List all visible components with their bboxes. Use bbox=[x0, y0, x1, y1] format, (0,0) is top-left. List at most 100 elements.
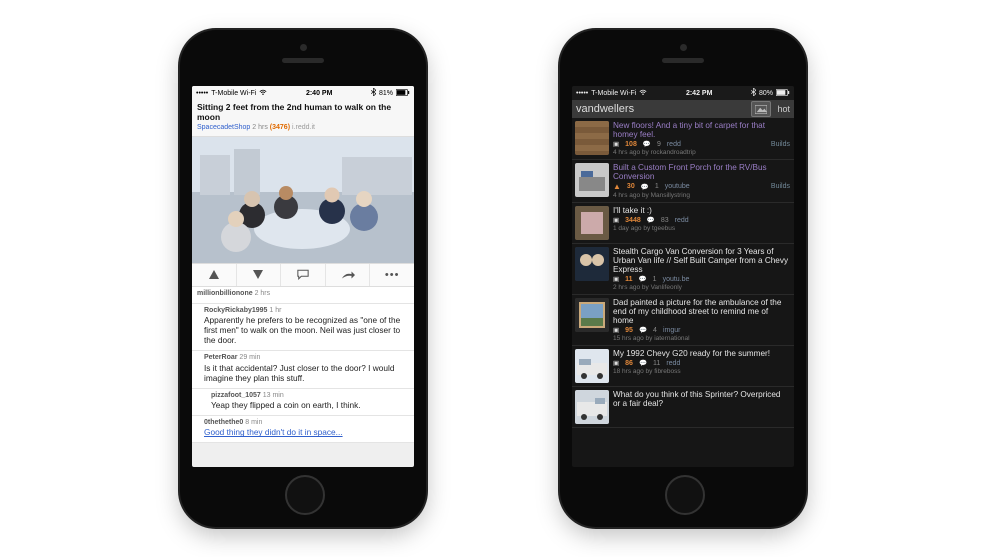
battery-pct: 81% bbox=[379, 90, 393, 97]
bluetooth-icon bbox=[371, 88, 376, 98]
wifi-icon bbox=[259, 89, 267, 98]
list-item[interactable]: My 1992 Chevy G20 ready for the summer!▣… bbox=[572, 346, 794, 387]
post-domain: youtu.be bbox=[663, 276, 690, 283]
comment-row[interactable]: millionbillionone 2 hrs bbox=[192, 287, 414, 304]
post-meta: 1 day ago by tgeebus bbox=[613, 225, 790, 232]
post-thumbnail[interactable] bbox=[575, 298, 609, 332]
status-bar: ••••• T-Mobile Wi-Fi 2:40 PM 81% bbox=[192, 86, 414, 100]
post-title: Dad painted a picture for the ambulance … bbox=[613, 298, 790, 325]
image-icon: ▣ bbox=[613, 359, 619, 367]
comment-user: PeterRoar bbox=[204, 354, 237, 361]
comment-age: 1 hr bbox=[269, 307, 281, 314]
post-thumbnail[interactable] bbox=[575, 121, 609, 155]
post-thumbnail[interactable] bbox=[575, 206, 609, 240]
post-title: My 1992 Chevy G20 ready for the summer! bbox=[613, 349, 790, 358]
comment-body: Is it that accidental? Just closer to th… bbox=[204, 364, 409, 384]
list-item[interactable]: Stealth Cargo Van Conversion for 3 Years… bbox=[572, 244, 794, 295]
post-thumbnail[interactable] bbox=[575, 349, 609, 383]
bluetooth-icon bbox=[751, 88, 756, 98]
comments-button[interactable] bbox=[281, 264, 326, 286]
comment-icon: 💬 bbox=[643, 140, 651, 148]
sort-button[interactable]: hot bbox=[777, 104, 790, 114]
post-title: Built a Custom Front Porch for the RV/Bu… bbox=[613, 163, 790, 181]
subreddit-name[interactable]: vandwellers bbox=[576, 103, 745, 115]
list-item[interactable]: What do you think of this Sprinter? Over… bbox=[572, 387, 794, 428]
comment-body[interactable]: Good thing they didn't do it in space... bbox=[204, 428, 409, 438]
post-comments: 9 bbox=[657, 141, 661, 148]
comment-body: Yeap they flipped a coin on earth, I thi… bbox=[211, 401, 409, 411]
comment-age: 13 min bbox=[263, 392, 284, 399]
comment-row[interactable]: RockyRickaby1995 1 hr Apparently he pref… bbox=[192, 304, 414, 351]
list-item[interactable]: Built a Custom Front Porch for the RV/Bu… bbox=[572, 160, 794, 203]
downvote-button[interactable] bbox=[237, 264, 282, 286]
post-domain: redd bbox=[675, 217, 689, 224]
clock: 2:42 PM bbox=[686, 90, 712, 97]
post-comments: 83 bbox=[661, 217, 669, 224]
upvote-button[interactable] bbox=[192, 264, 237, 286]
carrier-label: T-Mobile Wi-Fi bbox=[591, 90, 636, 97]
share-button[interactable] bbox=[326, 264, 371, 286]
list-item[interactable]: Dad painted a picture for the ambulance … bbox=[572, 295, 794, 346]
post-score: 95 bbox=[625, 327, 633, 334]
post-header[interactable]: Sitting 2 feet from the 2nd human to wal… bbox=[192, 100, 414, 137]
post-thumbnail[interactable] bbox=[575, 390, 609, 424]
post-comments: 4 bbox=[653, 327, 657, 334]
image-icon: ▣ bbox=[613, 275, 619, 283]
post-thumbnail[interactable] bbox=[575, 247, 609, 281]
post-image[interactable] bbox=[192, 137, 414, 263]
post-score: 11 bbox=[625, 276, 632, 283]
comment-age: 29 min bbox=[239, 354, 260, 361]
battery-icon bbox=[396, 89, 410, 98]
more-button[interactable]: ••• bbox=[370, 264, 414, 286]
list-item[interactable]: I'll take it :)▣3448💬83redd1 day ago by … bbox=[572, 203, 794, 244]
post-comments: 1 bbox=[653, 276, 657, 283]
comment-icon: 💬 bbox=[639, 326, 647, 334]
comment-user: pizzafoot_1057 bbox=[211, 392, 261, 399]
post-title: What do you think of this Sprinter? Over… bbox=[613, 390, 790, 408]
list-item[interactable]: New floors! And a tiny bit of carpet for… bbox=[572, 118, 794, 160]
comment-row[interactable]: 0thethethe0 8 min Good thing they didn't… bbox=[192, 416, 414, 443]
battery-icon bbox=[776, 89, 790, 98]
post-flair: Builds bbox=[771, 141, 790, 148]
post-domain: redd bbox=[666, 360, 680, 367]
comment-icon: 💬 bbox=[639, 275, 647, 283]
image-icon: ▣ bbox=[613, 216, 619, 224]
wifi-icon bbox=[639, 89, 647, 98]
post-flair: Builds bbox=[771, 183, 790, 190]
status-bar: ••••• T-Mobile Wi-Fi 2:42 PM 80% bbox=[572, 86, 794, 100]
image-icon: ▣ bbox=[613, 140, 619, 148]
left-screen: ••••• T-Mobile Wi-Fi 2:40 PM 81% bbox=[192, 86, 414, 467]
comment-row[interactable]: PeterRoar 29 min Is it that accidental? … bbox=[192, 351, 414, 388]
signal-icon: ••••• bbox=[576, 90, 588, 97]
post-title: Sitting 2 feet from the 2nd human to wal… bbox=[197, 103, 409, 123]
post-score: 3448 bbox=[625, 217, 641, 224]
comment-age: 2 hrs bbox=[255, 290, 271, 297]
post-comments: 11 bbox=[653, 360, 660, 367]
comment-row[interactable]: pizzafoot_1057 13 min Yeap they flipped … bbox=[192, 389, 414, 416]
post-thumbnail[interactable] bbox=[575, 163, 609, 197]
action-bar: ••• bbox=[192, 263, 414, 287]
post-title: Stealth Cargo Van Conversion for 3 Years… bbox=[613, 247, 790, 274]
post-meta: 4 hrs ago by Mansillystring bbox=[613, 192, 790, 199]
post-list: New floors! And a tiny bit of carpet for… bbox=[572, 118, 794, 428]
gallery-button[interactable] bbox=[751, 101, 771, 117]
image-icon: ▣ bbox=[613, 326, 619, 334]
post-title: I'll take it :) bbox=[613, 206, 790, 215]
comment-user: 0thethethe0 bbox=[204, 419, 243, 426]
post-domain: imgur bbox=[663, 327, 681, 334]
clock: 2:40 PM bbox=[306, 90, 332, 97]
right-screen: ••••• T-Mobile Wi-Fi 2:42 PM 80% bbox=[572, 86, 794, 467]
upvote-icon: ▲ bbox=[613, 182, 621, 191]
signal-icon: ••••• bbox=[196, 90, 208, 97]
post-score: 30 bbox=[627, 183, 635, 190]
comment-icon: 💬 bbox=[641, 183, 649, 191]
post-meta: 15 hrs ago by iaternational bbox=[613, 335, 790, 342]
post-meta: 2 hrs ago by Vanlifeonly bbox=[613, 284, 790, 291]
carrier-label: T-Mobile Wi-Fi bbox=[211, 90, 256, 97]
post-meta: 18 hrs ago by fibreboss bbox=[613, 368, 790, 375]
post-domain: i.redd.it bbox=[292, 124, 315, 131]
post-meta: 4 hrs ago by rockandroadtrip bbox=[613, 149, 790, 156]
comment-user: millionbillionone bbox=[197, 290, 253, 297]
post-subreddit[interactable]: SpacecadetShop bbox=[197, 124, 250, 131]
comment-age: 8 min bbox=[245, 419, 262, 426]
